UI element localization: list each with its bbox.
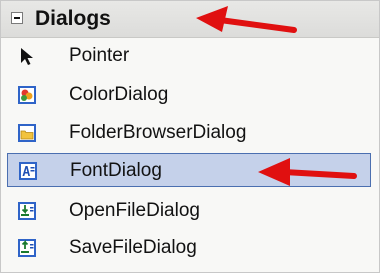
- save-file-icon: [18, 239, 36, 257]
- font-dialog-icon: [19, 162, 37, 180]
- toolbox-item-colordialog[interactable]: ColorDialog: [7, 78, 371, 112]
- collapse-toggle-icon[interactable]: [11, 12, 23, 24]
- category-title: Dialogs: [35, 7, 111, 30]
- annotation-arrow-icon: [258, 158, 357, 186]
- color-dialog-icon: [18, 86, 36, 104]
- toolbox-item-label: FolderBrowserDialog: [69, 122, 247, 143]
- annotation-arrow-icon: [196, 6, 297, 33]
- open-file-icon: [18, 202, 36, 220]
- toolbox-item-label: OpenFileDialog: [69, 200, 200, 221]
- toolbox-item-pointer[interactable]: Pointer: [7, 39, 371, 73]
- toolbox-item-savefiledialog[interactable]: SaveFileDialog: [7, 231, 371, 265]
- toolbox-item-label: Pointer: [69, 45, 130, 66]
- toolbox-item-label: ColorDialog: [69, 84, 169, 105]
- toolbox-item-folderbrowserdialog[interactable]: FolderBrowserDialog: [7, 116, 371, 150]
- toolbox-item-label: FontDialog: [70, 160, 162, 181]
- folder-browser-icon: [18, 124, 36, 142]
- pointer-icon: [21, 48, 33, 65]
- toolbox-item-openfiledialog[interactable]: OpenFileDialog: [7, 194, 371, 228]
- toolbox-item-label: SaveFileDialog: [69, 237, 197, 258]
